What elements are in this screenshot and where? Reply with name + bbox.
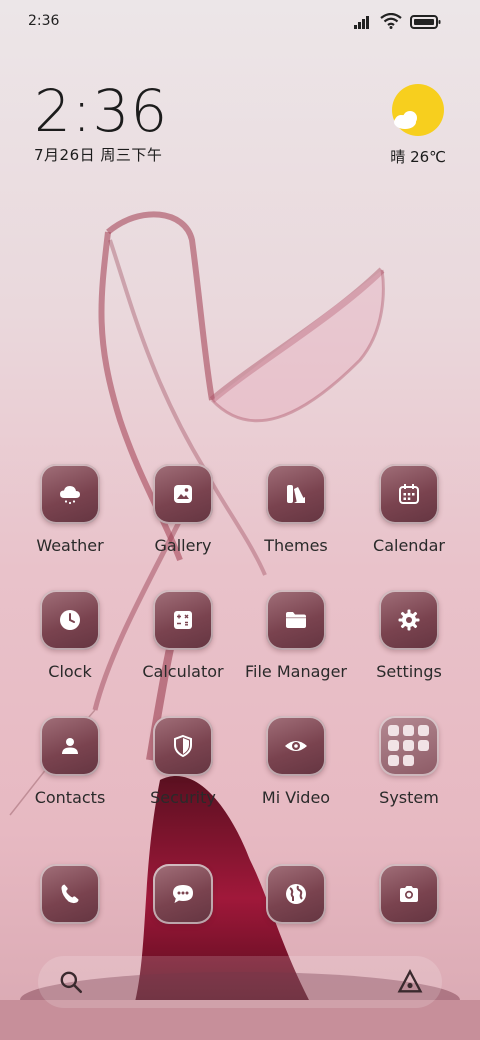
settings-app-icon xyxy=(379,590,439,650)
weather-text: 晴 26℃ xyxy=(390,148,446,166)
gallery-icon xyxy=(174,485,192,503)
file-manager-app-icon xyxy=(266,590,326,650)
app-label: Themes xyxy=(264,536,328,555)
contacts-app-icon xyxy=(40,716,100,776)
app-label: File Manager xyxy=(245,662,347,681)
app-weather[interactable]: Weather xyxy=(15,464,125,564)
clock-time: 2:36 xyxy=(34,77,169,145)
weather-widget[interactable]: 晴 26℃ xyxy=(376,84,446,170)
battery-icon xyxy=(410,15,441,29)
app-contacts[interactable]: Contacts xyxy=(15,716,125,816)
shield-icon xyxy=(174,734,192,758)
app-label: Gallery xyxy=(154,536,212,555)
status-bar: 2:36 xyxy=(0,0,480,44)
clock-date: 7月26日 周三下午 xyxy=(34,146,163,164)
weather-icon xyxy=(60,486,80,505)
security-app-icon xyxy=(153,716,213,776)
wifi-icon xyxy=(380,13,402,29)
app-label: Settings xyxy=(376,662,442,681)
dock-camera[interactable] xyxy=(354,864,464,934)
app-label: System xyxy=(379,788,439,807)
app-themes[interactable]: Themes xyxy=(241,464,351,564)
app-settings[interactable]: Settings xyxy=(354,590,464,690)
app-system-folder[interactable]: System xyxy=(354,716,464,816)
folder-grid-icon xyxy=(388,725,430,767)
app-calendar[interactable]: Calendar xyxy=(354,464,464,564)
browser-app-icon xyxy=(266,864,326,924)
app-label: Security xyxy=(150,788,216,807)
app-label: Weather xyxy=(36,536,104,555)
dock-browser[interactable] xyxy=(241,864,351,934)
contacts-icon xyxy=(62,738,78,754)
app-mi-video[interactable]: Mi Video xyxy=(241,716,351,816)
app-label: Contacts xyxy=(34,788,106,807)
themes-app-icon xyxy=(266,464,326,524)
phone-app-icon xyxy=(40,864,100,924)
app-label: Clock xyxy=(48,662,92,681)
folder-icon xyxy=(286,612,306,628)
app-label: Calculator xyxy=(142,662,224,681)
messages-app-icon xyxy=(153,864,213,924)
message-icon xyxy=(173,885,193,903)
calendar-app-icon xyxy=(379,464,439,524)
system-folder-icon xyxy=(379,716,439,776)
globe-icon xyxy=(286,884,306,904)
dock-phone[interactable] xyxy=(15,864,125,934)
weather-app-icon xyxy=(40,464,100,524)
search-icon[interactable] xyxy=(58,969,84,995)
app-label: Calendar xyxy=(373,536,445,555)
calculator-icon xyxy=(174,611,192,629)
calendar-icon xyxy=(399,484,419,504)
eye-icon xyxy=(285,741,307,751)
search-bar[interactable] xyxy=(38,956,442,1008)
app-label: Mi Video xyxy=(261,788,331,807)
assistant-icon[interactable] xyxy=(396,968,424,996)
status-time: 2:36 xyxy=(28,13,60,29)
camera-app-icon xyxy=(379,864,439,924)
app-clock[interactable]: Clock xyxy=(15,590,125,690)
app-gallery[interactable]: Gallery xyxy=(128,464,238,564)
mi-video-app-icon xyxy=(266,716,326,776)
phone-icon xyxy=(61,884,79,904)
app-security[interactable]: Security xyxy=(128,716,238,816)
camera-icon xyxy=(400,886,418,902)
gear-icon xyxy=(398,609,420,631)
clock-icon xyxy=(60,610,80,630)
clock-app-icon xyxy=(40,590,100,650)
themes-icon xyxy=(287,485,305,503)
status-icons xyxy=(354,12,454,32)
dock-messages[interactable] xyxy=(128,864,238,934)
sun-cloud-icon xyxy=(392,84,444,136)
app-file-manager[interactable]: File Manager xyxy=(241,590,351,690)
gallery-app-icon xyxy=(153,464,213,524)
signal-icon xyxy=(354,16,369,29)
app-calculator[interactable]: Calculator xyxy=(128,590,238,690)
calculator-app-icon xyxy=(153,590,213,650)
clock-widget[interactable]: 2:36 7月26日 周三下午 xyxy=(34,80,168,165)
